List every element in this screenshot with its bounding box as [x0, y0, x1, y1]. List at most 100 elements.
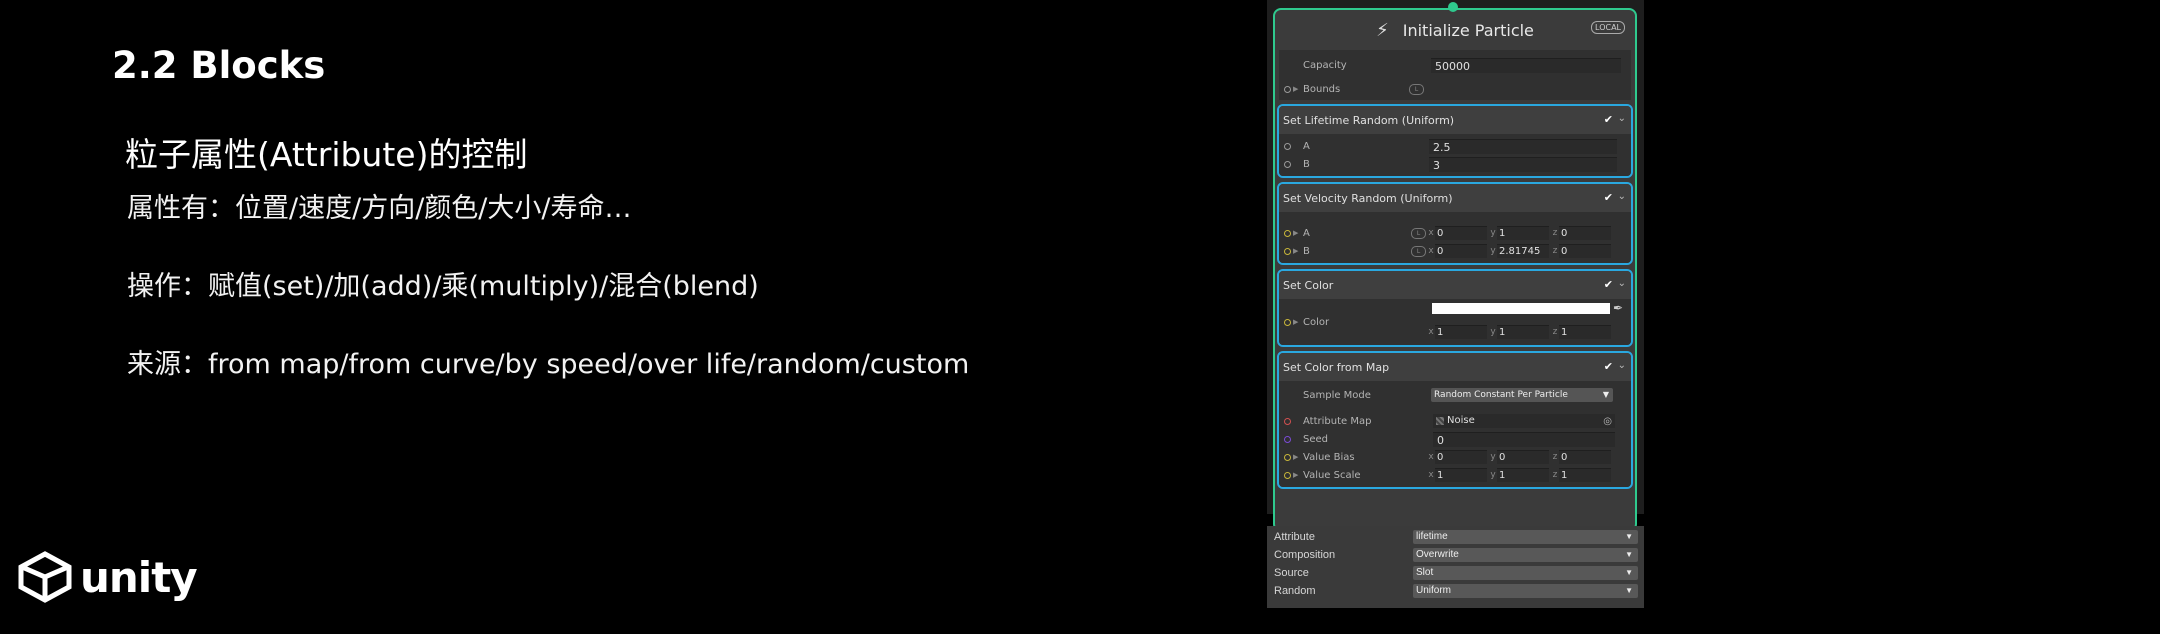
initialize-particle-context[interactable]: ⚡︎ Initialize Particle LOCAL Capacity 50…	[1273, 8, 1637, 532]
source-select[interactable]: Slot ▼	[1413, 566, 1638, 580]
attribute-map-field[interactable]: Noise ◎	[1433, 414, 1615, 428]
dropdown-arrow-icon: ▼	[1602, 390, 1609, 399]
capacity-field[interactable]: 50000	[1431, 57, 1621, 73]
block-header[interactable]: Set Lifetime Random (Uniform) ✔ ⌄	[1279, 106, 1631, 134]
block-set-color-from-map[interactable]: Set Color from Map ✔ ⌄ Sample Mode Rando…	[1277, 351, 1633, 489]
block-header[interactable]: Set Velocity Random (Uniform) ✔ ⌄	[1279, 184, 1631, 212]
z-field[interactable]: 1	[1559, 325, 1611, 339]
lifetime-b-label: B	[1303, 158, 1310, 170]
y-field[interactable]: 2.81745	[1497, 244, 1549, 258]
bullet-operations: 操作：赋值(set)/加(add)/乘(multiply)/混合(blend)	[127, 271, 759, 302]
select-value: lifetime	[1416, 531, 1448, 542]
block-title: Set Lifetime Random (Uniform)	[1283, 113, 1455, 127]
random-select[interactable]: Uniform ▼	[1413, 584, 1638, 598]
port[interactable]	[1284, 471, 1291, 479]
checkmark-icon[interactable]: ✔	[1604, 360, 1613, 373]
local-space-badge[interactable]: LOCAL	[1591, 21, 1625, 34]
flow-connector[interactable]	[1448, 2, 1458, 12]
axis-y-label: y	[1490, 452, 1496, 462]
seed-field[interactable]: 0	[1433, 431, 1615, 447]
x-field[interactable]: 1	[1435, 468, 1487, 482]
block-set-color[interactable]: Set Color ✔ ⌄ ✒ ▶ Color x1 y1 z1	[1277, 269, 1633, 347]
block-set-velocity[interactable]: Set Velocity Random (Uniform) ✔ ⌄ ▶ A L …	[1277, 182, 1633, 265]
expand-triangle-icon[interactable]: ▶	[1293, 229, 1298, 237]
y-field[interactable]: 0	[1497, 450, 1549, 464]
chevron-down-icon[interactable]: ⌄	[1618, 360, 1626, 371]
settings-label: Attribute	[1274, 531, 1315, 543]
lifetime-a-label: A	[1303, 140, 1310, 152]
block-body: Sample Mode Random Constant Per Particle…	[1279, 381, 1631, 487]
block-body: A 2.5 B 3	[1279, 134, 1631, 176]
lifetime-a-row: A 2.5	[1279, 137, 1631, 155]
chevron-down-icon[interactable]: ⌄	[1618, 278, 1626, 289]
axis-x-label: x	[1428, 228, 1434, 238]
checkmark-icon[interactable]: ✔	[1604, 278, 1613, 291]
lifetime-b-row: B 3	[1279, 155, 1631, 173]
slide-title: 2.2 Blocks	[112, 44, 326, 87]
bounds-port[interactable]	[1284, 85, 1291, 93]
local-badge[interactable]: L	[1411, 245, 1426, 257]
block-header[interactable]: Set Color from Map ✔ ⌄	[1279, 353, 1631, 381]
x-field[interactable]: 0	[1435, 244, 1487, 258]
velocity-b-row: ▶ B L x0 y 2.81745 z0	[1279, 242, 1631, 260]
expand-triangle-icon[interactable]: ▶	[1293, 471, 1298, 479]
vector3-field: x1 y1 z1	[1427, 468, 1611, 482]
lifetime-b-field[interactable]: 3	[1429, 156, 1617, 172]
unity-logo-icon	[18, 551, 72, 603]
port[interactable]	[1284, 453, 1291, 461]
sample-mode-value: Random Constant Per Particle	[1434, 390, 1568, 400]
block-header[interactable]: Set Color ✔ ⌄	[1279, 271, 1631, 299]
local-badge[interactable]: L	[1411, 227, 1426, 239]
x-field[interactable]: 0	[1435, 450, 1487, 464]
z-field[interactable]: 0	[1559, 450, 1611, 464]
target-icon[interactable]: ◎	[1603, 415, 1612, 429]
y-field[interactable]: 1	[1497, 226, 1549, 240]
chevron-down-icon[interactable]: ⌄	[1618, 191, 1626, 202]
y-field[interactable]: 1	[1497, 325, 1549, 339]
z-field[interactable]: 0	[1559, 226, 1611, 240]
attribute-map-row: Attribute Map Noise ◎	[1279, 412, 1631, 430]
z-field[interactable]: 0	[1559, 244, 1611, 258]
color-rgb-row: x1 y1 z1	[1279, 323, 1631, 341]
bullet-sources: 来源：from map/from curve/by speed/over lif…	[127, 349, 970, 380]
select-value: Overwrite	[1416, 549, 1459, 560]
y-field[interactable]: 1	[1497, 468, 1549, 482]
expand-triangle-icon[interactable]: ▶	[1293, 247, 1298, 255]
seed-label: Seed	[1303, 433, 1328, 445]
checkmark-icon[interactable]: ✔	[1604, 113, 1613, 126]
context-header[interactable]: ⚡︎ Initialize Particle LOCAL	[1275, 10, 1635, 50]
port[interactable]	[1284, 229, 1291, 237]
attribute-map-value: Noise	[1447, 415, 1475, 426]
axis-x-label: x	[1428, 452, 1434, 462]
settings-label: Composition	[1274, 549, 1336, 561]
select-value: Uniform	[1416, 585, 1452, 596]
dropdown-arrow-icon: ▼	[1625, 568, 1633, 577]
vector3-field: x0 y0 z0	[1427, 450, 1611, 464]
attribute-select[interactable]: lifetime ▼	[1413, 530, 1638, 544]
bolt-icon: ⚡︎	[1376, 19, 1389, 41]
port[interactable]	[1284, 247, 1291, 255]
composition-select[interactable]: Overwrite ▼	[1413, 548, 1638, 562]
sample-mode-select[interactable]: Random Constant Per Particle ▼	[1431, 388, 1613, 402]
z-field[interactable]: 1	[1559, 468, 1611, 482]
axis-z-label: z	[1552, 470, 1558, 480]
chevron-down-icon[interactable]: ⌄	[1618, 113, 1626, 124]
local-badge[interactable]: L	[1409, 83, 1424, 95]
checkmark-icon[interactable]: ✔	[1604, 191, 1613, 204]
x-field[interactable]: 0	[1435, 226, 1487, 240]
port[interactable]	[1284, 435, 1291, 443]
color-swatch[interactable]	[1432, 302, 1610, 314]
capacity-row: Capacity 50000	[1279, 52, 1631, 78]
settings-row: Source Slot ▼	[1267, 564, 1644, 582]
expand-triangle-icon[interactable]: ▶	[1293, 453, 1298, 461]
velocity-a-row: ▶ A L x0 y1 z0	[1279, 224, 1631, 242]
vector3-field: x0 y 2.81745 z0	[1427, 244, 1611, 258]
port[interactable]	[1284, 417, 1291, 425]
expand-triangle-icon[interactable]: ▶	[1293, 85, 1298, 93]
block-set-lifetime[interactable]: Set Lifetime Random (Uniform) ✔ ⌄ A 2.5 …	[1277, 104, 1633, 178]
settings-row: Attribute lifetime ▼	[1267, 528, 1644, 546]
lifetime-a-field[interactable]: 2.5	[1429, 138, 1617, 154]
port[interactable]	[1284, 142, 1291, 150]
port[interactable]	[1284, 160, 1291, 168]
x-field[interactable]: 1	[1435, 325, 1487, 339]
